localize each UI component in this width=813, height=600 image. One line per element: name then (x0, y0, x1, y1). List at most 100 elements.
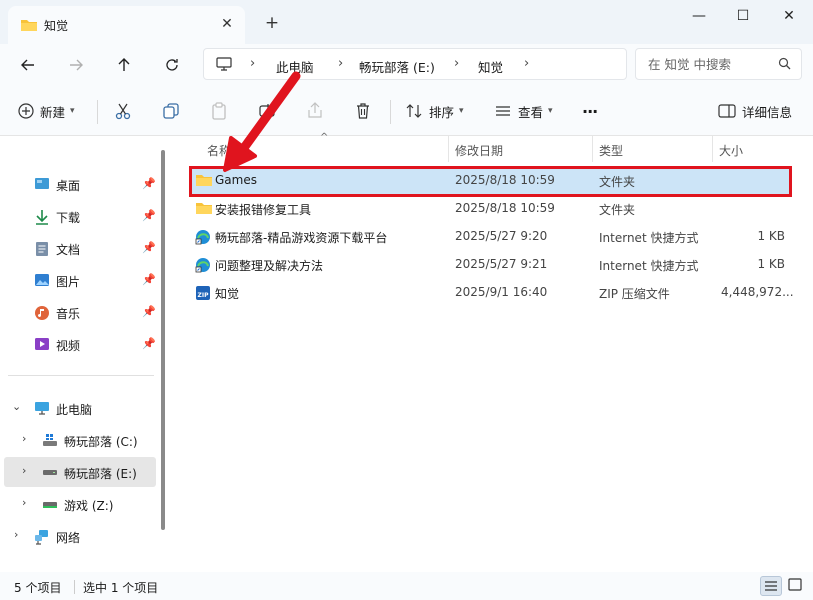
sidebar-scrollbar[interactable] (161, 150, 165, 530)
minimize-button[interactable]: — (684, 6, 714, 26)
chevron-right-icon[interactable]: › (14, 528, 18, 541)
sidebar-item-label: 图片 (56, 275, 81, 289)
file-name: 知觉 (215, 287, 240, 301)
desktop-icon (34, 177, 50, 194)
new-button[interactable]: 新建 ▾ (18, 100, 75, 122)
sidebar-item-desktop[interactable]: 桌面 📌 (4, 169, 156, 199)
search-box[interactable] (635, 48, 802, 80)
sidebar-item-music[interactable]: 音乐 📌 (4, 297, 156, 327)
file-row-zip[interactable]: ZIP 知觉 2025/9/1 16:40 ZIP 压缩文件 4,448,972… (190, 280, 794, 306)
pin-icon[interactable]: 📌 (142, 273, 156, 286)
sidebar-item-drive-c[interactable]: › 畅玩部落 (C:) (4, 425, 156, 455)
chevron-right-icon[interactable]: › (338, 56, 343, 71)
navigation-pane: 桌面 📌 下载 📌 文档 📌 图片 📌 音乐 📌 视频 📌 ⌄ 此电脑 › 畅玩… (0, 136, 170, 572)
tiles-view-button[interactable] (785, 576, 807, 596)
forward-button[interactable] (64, 53, 88, 77)
sidebar-item-label: 下载 (56, 211, 81, 225)
chevron-right-icon[interactable]: › (454, 56, 459, 71)
sidebar-item-drive-e[interactable]: › 畅玩部落 (E:) (4, 457, 156, 487)
svg-text:ZIP: ZIP (198, 292, 210, 299)
new-tab-button[interactable]: + (262, 13, 282, 33)
search-icon[interactable] (778, 57, 791, 73)
details-pane-button[interactable]: 详细信息 (718, 100, 792, 122)
this-pc-icon (34, 401, 50, 418)
sidebar-item-label: 视频 (56, 339, 81, 353)
chevron-down-icon[interactable]: ⌄ (12, 400, 21, 413)
chevron-right-icon[interactable]: › (524, 56, 529, 71)
breadcrumb-drive-e[interactable]: 畅玩部落 (E:) (359, 57, 435, 76)
column-header-name[interactable]: 名称 (207, 142, 231, 159)
view-button[interactable]: 查看 ▾ (494, 100, 553, 122)
sidebar-item-network[interactable]: › 网络 (4, 521, 156, 551)
documents-icon (35, 241, 49, 260)
file-type: 文件夹 (599, 203, 636, 217)
status-divider (74, 580, 75, 594)
up-button[interactable] (112, 53, 136, 77)
internet-shortcut-icon (195, 257, 211, 276)
more-options-button[interactable]: ··· (582, 100, 598, 122)
file-date: 2025/9/1 16:40 (455, 285, 548, 299)
sort-ascending-icon: ^ (320, 132, 329, 143)
zip-icon: ZIP (195, 285, 211, 304)
sidebar-item-videos[interactable]: 视频 📌 (4, 329, 156, 359)
sidebar-item-pictures[interactable]: 图片 📌 (4, 265, 156, 295)
delete-button[interactable] (354, 100, 372, 122)
chevron-right-icon[interactable]: › (22, 496, 26, 509)
pin-icon[interactable]: 📌 (142, 337, 156, 350)
copy-button[interactable] (162, 100, 180, 122)
search-input[interactable] (648, 55, 773, 73)
clipboard-icon (212, 102, 226, 120)
videos-icon (34, 337, 50, 354)
sort-icon (406, 104, 422, 118)
more-icon: ··· (582, 101, 598, 121)
tab-zhijue[interactable]: 知觉 ✕ (8, 6, 245, 44)
forward-arrow-icon (70, 59, 83, 71)
pin-icon[interactable]: 📌 (142, 209, 156, 222)
sidebar-item-label: 畅玩部落 (E:) (64, 467, 137, 481)
address-bar[interactable]: › 此电脑 › 畅玩部落 (E:) › 知觉 › (203, 48, 627, 80)
sort-button[interactable]: 排序 ▾ (405, 100, 464, 122)
sidebar-item-label: 网络 (56, 531, 81, 545)
column-divider[interactable] (712, 136, 713, 162)
column-header-date[interactable]: 修改日期 (455, 142, 503, 159)
music-icon (34, 305, 50, 324)
drive-icon (42, 465, 58, 482)
refresh-button[interactable] (160, 53, 184, 77)
trash-icon (357, 103, 369, 119)
sidebar-item-drive-z[interactable]: › 游戏 (Z:) (4, 489, 156, 519)
pin-icon[interactable]: 📌 (142, 305, 156, 318)
rename-button[interactable] (258, 100, 276, 122)
pin-icon[interactable]: 📌 (142, 241, 156, 254)
details-view-button[interactable] (760, 576, 782, 596)
cut-button[interactable] (114, 100, 132, 122)
pin-icon[interactable]: 📌 (142, 177, 156, 190)
file-row-faq-shortcut[interactable]: 问题整理及解决方法 2025/5/27 9:21 Internet 快捷方式 1… (190, 252, 790, 278)
file-row-changwan-shortcut[interactable]: 畅玩部落-精品游戏资源下载平台 2025/5/27 9:20 Internet … (190, 224, 790, 250)
paste-button[interactable] (210, 100, 228, 122)
sidebar-item-label: 音乐 (56, 307, 81, 321)
close-window-button[interactable]: ✕ (774, 6, 804, 26)
breadcrumb-zhijue[interactable]: 知觉 (478, 57, 503, 76)
tab-title: 知觉 (44, 19, 69, 33)
sidebar-item-documents[interactable]: 文档 📌 (4, 233, 156, 263)
column-divider[interactable] (448, 136, 449, 162)
sidebar-item-label: 畅玩部落 (C:) (64, 435, 138, 449)
chevron-right-icon[interactable]: › (250, 56, 255, 71)
navigation-bar: › 此电脑 › 畅玩部落 (E:) › 知觉 › (0, 44, 813, 86)
breadcrumb-this-pc[interactable]: 此电脑 (276, 57, 314, 76)
chevron-down-icon: ▾ (548, 106, 553, 116)
sidebar-item-downloads[interactable]: 下载 📌 (4, 201, 156, 231)
column-header-type[interactable]: 类型 (599, 142, 623, 159)
chevron-right-icon[interactable]: › (22, 464, 26, 477)
column-header-size[interactable]: 大小 (719, 142, 743, 159)
share-button[interactable] (306, 100, 324, 122)
rename-icon (259, 104, 275, 118)
up-arrow-icon (118, 58, 130, 71)
sidebar-item-this-pc[interactable]: ⌄ 此电脑 (4, 393, 156, 423)
back-button[interactable] (16, 53, 40, 77)
maximize-button[interactable]: ☐ (728, 6, 758, 26)
details-pane-label: 详细信息 (742, 104, 793, 120)
column-divider[interactable] (592, 136, 593, 162)
chevron-right-icon[interactable]: › (22, 432, 26, 445)
close-tab-icon[interactable]: ✕ (217, 14, 237, 34)
